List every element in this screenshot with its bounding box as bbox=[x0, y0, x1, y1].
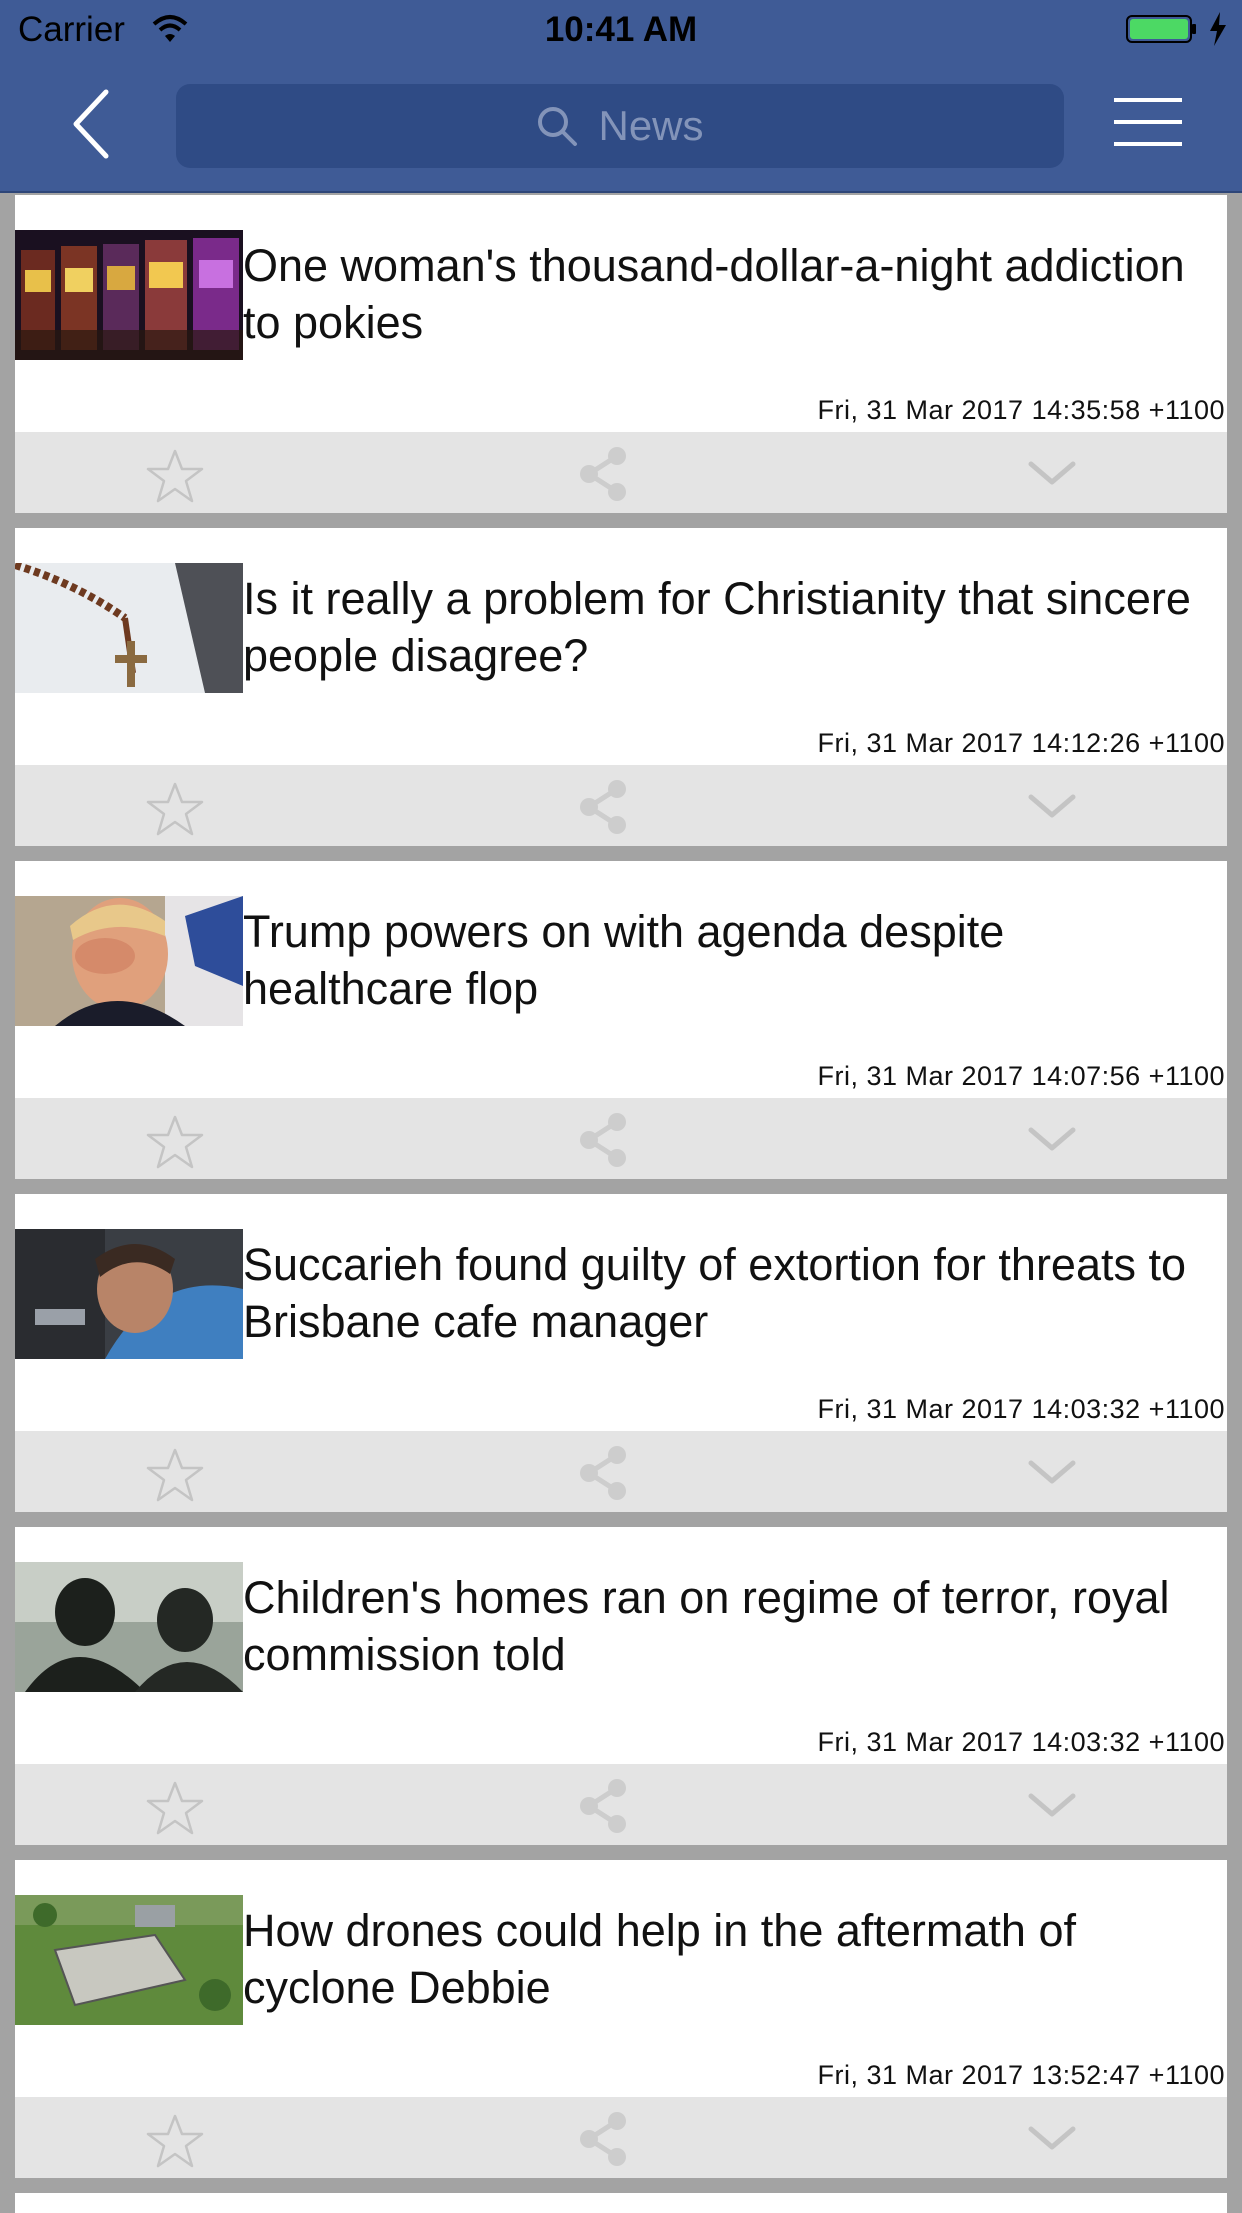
article-card[interactable]: Is it really a problem for Christianity … bbox=[15, 528, 1227, 846]
article-timestamp: Fri, 31 Mar 2017 14:03:32 +1100 bbox=[817, 1394, 1225, 1424]
star-icon[interactable] bbox=[145, 1114, 205, 1170]
article-headline[interactable]: Trump powers on with agenda despite heal… bbox=[243, 903, 1218, 1017]
search-input[interactable]: News bbox=[176, 84, 1064, 168]
article-thumbnail[interactable] bbox=[15, 563, 243, 693]
star-icon[interactable] bbox=[145, 1447, 205, 1503]
article-headline[interactable]: Succarieh found guilty of extortion for … bbox=[243, 1236, 1218, 1350]
star-icon[interactable] bbox=[145, 781, 205, 837]
article-action-bar bbox=[15, 1098, 1227, 1179]
article-action-bar bbox=[15, 1431, 1227, 1512]
article-timestamp: Fri, 31 Mar 2017 14:12:26 +1100 bbox=[817, 728, 1225, 758]
article-action-bar bbox=[15, 765, 1227, 846]
back-button[interactable] bbox=[60, 86, 124, 162]
article-thumbnail[interactable] bbox=[15, 1562, 243, 1692]
star-icon[interactable] bbox=[145, 2113, 205, 2169]
article-thumbnail[interactable] bbox=[15, 896, 243, 1026]
article-timestamp: Fri, 31 Mar 2017 14:03:32 +1100 bbox=[817, 1727, 1225, 1757]
chevron-down-icon[interactable] bbox=[1027, 458, 1077, 488]
chevron-down-icon[interactable] bbox=[1027, 1124, 1077, 1154]
article-card[interactable]: Trump powers on with agenda despite heal… bbox=[15, 861, 1227, 1179]
article-card[interactable]: How drones could help in the aftermath o… bbox=[15, 1860, 1227, 2178]
share-icon[interactable] bbox=[577, 1112, 629, 1168]
star-icon[interactable] bbox=[145, 448, 205, 504]
charging-bolt-icon bbox=[1210, 12, 1226, 46]
article-headline[interactable]: One woman's thousand-dollar-a-night addi… bbox=[243, 237, 1218, 351]
article-headline[interactable]: Children's homes ran on regime of terror… bbox=[243, 1569, 1218, 1683]
menu-button[interactable] bbox=[1114, 96, 1182, 148]
share-icon[interactable] bbox=[577, 1445, 629, 1501]
article-action-bar bbox=[15, 1764, 1227, 1845]
star-icon[interactable] bbox=[145, 1780, 205, 1836]
article-action-bar bbox=[15, 2097, 1227, 2178]
navigation-header: Carrier 10:41 AM News bbox=[0, 0, 1242, 193]
article-card[interactable]: Succarieh found guilty of extortion for … bbox=[15, 1194, 1227, 1512]
article-timestamp: Fri, 31 Mar 2017 14:07:56 +1100 bbox=[817, 1061, 1225, 1091]
article-timestamp: Fri, 31 Mar 2017 14:35:58 +1100 bbox=[817, 395, 1225, 425]
share-icon[interactable] bbox=[577, 2111, 629, 2167]
article-card-partial[interactable] bbox=[15, 2193, 1227, 2213]
battery-icon bbox=[1126, 15, 1196, 43]
article-thumbnail[interactable] bbox=[15, 230, 243, 360]
chevron-down-icon[interactable] bbox=[1027, 791, 1077, 821]
article-headline[interactable]: How drones could help in the aftermath o… bbox=[243, 1902, 1218, 2016]
article-card[interactable]: One woman's thousand-dollar-a-night addi… bbox=[15, 195, 1227, 513]
chevron-down-icon[interactable] bbox=[1027, 2123, 1077, 2153]
article-action-bar bbox=[15, 432, 1227, 513]
share-icon[interactable] bbox=[577, 779, 629, 835]
article-thumbnail[interactable] bbox=[15, 1229, 243, 1359]
article-card[interactable]: Children's homes ran on regime of terror… bbox=[15, 1527, 1227, 1845]
article-headline[interactable]: Is it really a problem for Christianity … bbox=[243, 570, 1218, 684]
chevron-down-icon[interactable] bbox=[1027, 1457, 1077, 1487]
article-thumbnail[interactable] bbox=[15, 1895, 243, 2025]
share-icon[interactable] bbox=[577, 446, 629, 502]
chevron-down-icon[interactable] bbox=[1027, 1790, 1077, 1820]
status-time: 10:41 AM bbox=[544, 10, 698, 49]
status-bar: Carrier 10:41 AM bbox=[0, 0, 1242, 60]
search-icon bbox=[538, 107, 578, 146]
search-placeholder: News bbox=[598, 102, 704, 149]
share-icon[interactable] bbox=[577, 1778, 629, 1834]
article-timestamp: Fri, 31 Mar 2017 13:52:47 +1100 bbox=[817, 2060, 1225, 2090]
